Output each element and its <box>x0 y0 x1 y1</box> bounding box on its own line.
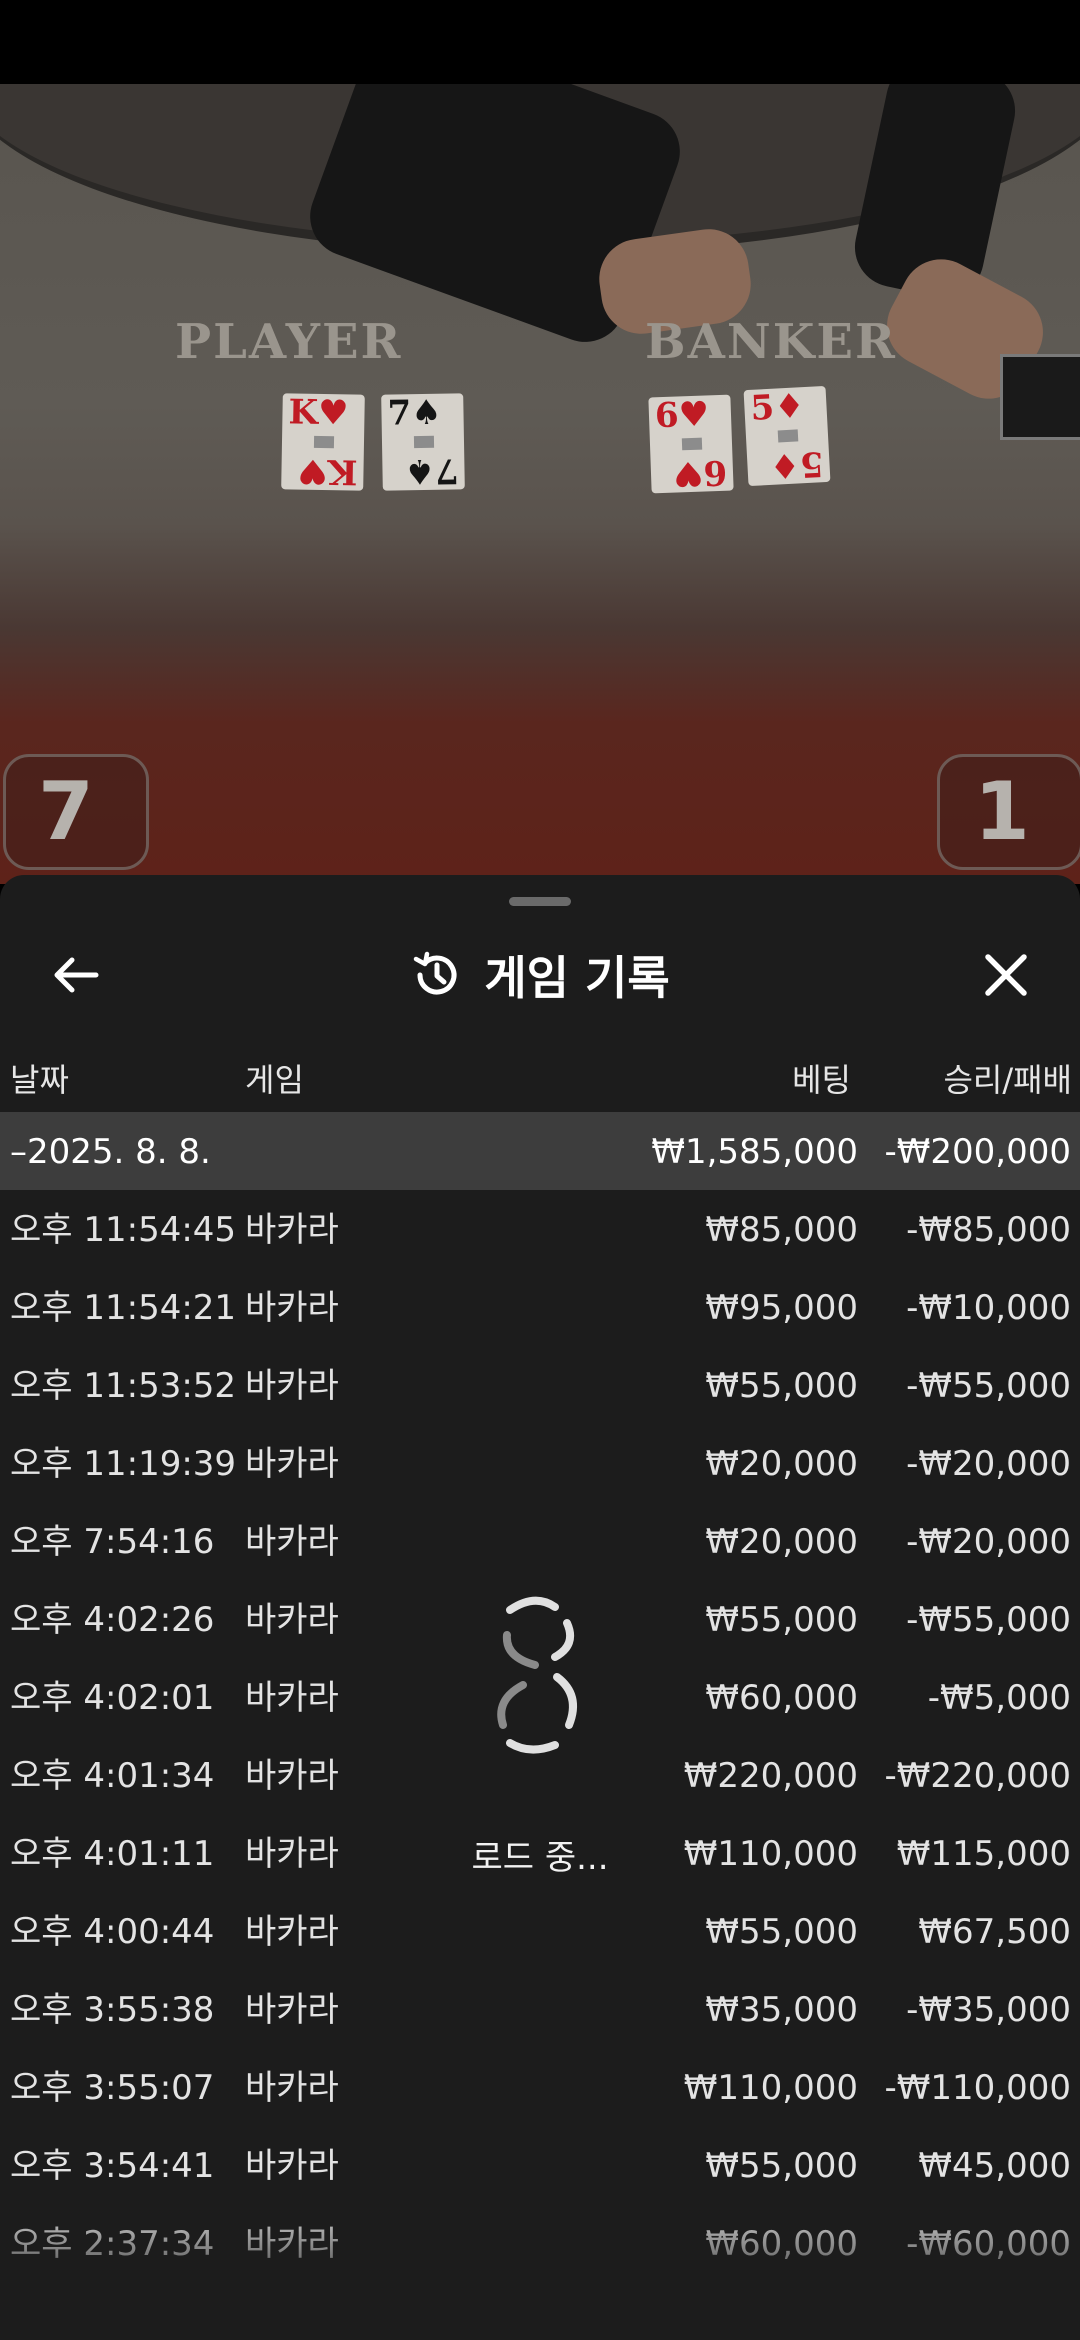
row-game: 바카라 <box>245 1522 339 1562</box>
row-game: 바카라 <box>245 1366 339 1406</box>
table-row[interactable]: 오후 3:54:41 바카라 ₩55,000 ₩45,000 <box>0 2126 1080 2204</box>
loading-overlay: 로드 중... <box>0 1595 1080 1878</box>
history-icon <box>414 951 457 995</box>
sheet-header: 게임 기록 <box>0 935 1080 1015</box>
card-rank-suit: 6♥ <box>654 394 710 437</box>
close-button[interactable] <box>966 935 1046 1015</box>
row-winloss: -₩20,000 <box>906 1444 1071 1484</box>
row-winloss: -₩85,000 <box>906 1210 1071 1250</box>
row-winloss: -₩20,000 <box>906 1522 1071 1562</box>
column-header-date: 날짜 <box>10 1061 69 1099</box>
table-row[interactable]: 오후 11:54:45 바카라 ₩85,000 -₩85,000 <box>0 1190 1080 1268</box>
row-bet: ₩85,000 <box>705 1210 858 1250</box>
game-history-sheet: 게임 기록 날짜 게임 베팅 승리/패배 –2025. 8. 8. ₩1,585… <box>0 875 1080 2340</box>
group-total-bet: ₩1,585,000 <box>651 1132 858 1172</box>
row-time: 오후 3:54:41 <box>10 2146 215 2186</box>
player-score-badge: 7 <box>3 754 149 870</box>
table-row[interactable]: 오후 3:55:07 바카라 ₩110,000 -₩110,000 <box>0 2048 1080 2126</box>
row-game: 바카라 <box>245 2068 339 2108</box>
status-bar <box>0 0 1080 84</box>
row-winloss: -₩60,000 <box>906 2224 1071 2264</box>
sheet-drag-handle[interactable] <box>509 897 571 906</box>
card-rank-suit: 7♠ <box>387 392 442 434</box>
row-time: 오후 11:19:39 <box>10 1444 237 1484</box>
row-winloss: -₩110,000 <box>884 2068 1072 2108</box>
table-row[interactable]: 오후 2:37:34 바카라 ₩60,000 -₩60,000 <box>0 2204 1080 2282</box>
card-rank-suit: 5♦ <box>749 386 806 429</box>
banker-score-badge: 1 <box>937 754 1080 870</box>
loading-text: 로드 중... <box>471 1838 609 1878</box>
player-score: 7 <box>38 765 94 858</box>
live-video-stream: PLAYER BANKER K♥ K♥ 7♠ 7♠ 6♥ 6♥ 5♦ 5♦ 7 … <box>0 84 1080 884</box>
row-bet: ₩55,000 <box>705 2146 858 2186</box>
row-bet: ₩35,000 <box>705 1990 858 2030</box>
loading-spinner-icon <box>497 1596 577 1754</box>
table-row[interactable]: 오후 4:00:44 바카라 ₩55,000 ₩67,500 <box>0 1892 1080 1970</box>
row-winloss: -₩10,000 <box>906 1288 1071 1328</box>
banker-card-1: 6♥ 6♥ <box>648 394 734 494</box>
row-time: 오후 7:54:16 <box>10 1522 215 1562</box>
row-game: 바카라 <box>245 1912 339 1952</box>
column-header-winloss: 승리/패배 <box>943 1061 1072 1099</box>
row-bet: ₩60,000 <box>705 2224 858 2264</box>
close-icon <box>985 954 1027 996</box>
row-winloss: -₩55,000 <box>906 1366 1071 1406</box>
column-header-bet: 베팅 <box>792 1061 851 1099</box>
banker-label: BANKER <box>645 314 897 370</box>
row-time: 오후 11:54:21 <box>10 1288 237 1328</box>
row-winloss: ₩67,500 <box>918 1912 1071 1952</box>
card-rank-suit: K♥ <box>288 392 349 434</box>
row-time: 오후 3:55:38 <box>10 1990 215 2030</box>
row-bet: ₩95,000 <box>705 1288 858 1328</box>
row-time: 오후 4:00:44 <box>10 1912 215 1952</box>
row-game: 바카라 <box>245 1990 339 2030</box>
row-time: 오후 3:55:07 <box>10 2068 215 2108</box>
page-title: 게임 기록 <box>484 951 670 1005</box>
player-label: PLAYER <box>175 314 403 370</box>
row-time: 오후 11:53:52 <box>10 1366 237 1406</box>
group-date: –2025. 8. 8. <box>10 1132 211 1172</box>
player-card-2: 7♠ 7♠ <box>381 392 465 491</box>
date-group-row[interactable]: –2025. 8. 8. ₩1,585,000 -₩200,000 <box>0 1112 1080 1190</box>
row-bet: ₩20,000 <box>705 1444 858 1484</box>
row-game: 바카라 <box>245 1210 339 1250</box>
player-card-1: K♥ K♥ <box>281 392 365 492</box>
column-header-game: 게임 <box>245 1061 304 1099</box>
group-total-winloss: -₩200,000 <box>884 1132 1072 1172</box>
table-row[interactable]: 오후 11:54:21 바카라 ₩95,000 -₩10,000 <box>0 1268 1080 1346</box>
row-time: 오후 2:37:34 <box>10 2224 215 2264</box>
banker-score: 1 <box>974 765 1030 858</box>
row-game: 바카라 <box>245 2224 339 2264</box>
row-time: 오후 11:54:45 <box>10 1210 237 1250</box>
banker-card-2: 5♦ 5♦ <box>743 385 831 487</box>
row-winloss: -₩35,000 <box>906 1990 1071 2030</box>
row-game: 바카라 <box>245 2146 339 2186</box>
row-bet: ₩20,000 <box>705 1522 858 1562</box>
row-bet: ₩55,000 <box>705 1912 858 1952</box>
card-shoe <box>1000 354 1080 440</box>
row-game: 바카라 <box>245 1444 339 1484</box>
row-winloss: ₩45,000 <box>918 2146 1071 2186</box>
row-bet: ₩55,000 <box>705 1366 858 1406</box>
table-row[interactable]: 오후 11:19:39 바카라 ₩20,000 -₩20,000 <box>0 1424 1080 1502</box>
table-row[interactable]: 오후 11:53:52 바카라 ₩55,000 -₩55,000 <box>0 1346 1080 1424</box>
row-bet: ₩110,000 <box>683 2068 858 2108</box>
table-row[interactable]: 오후 7:54:16 바카라 ₩20,000 -₩20,000 <box>0 1502 1080 1580</box>
table-row[interactable]: 오후 3:55:38 바카라 ₩35,000 -₩35,000 <box>0 1970 1080 2048</box>
row-game: 바카라 <box>245 1288 339 1328</box>
